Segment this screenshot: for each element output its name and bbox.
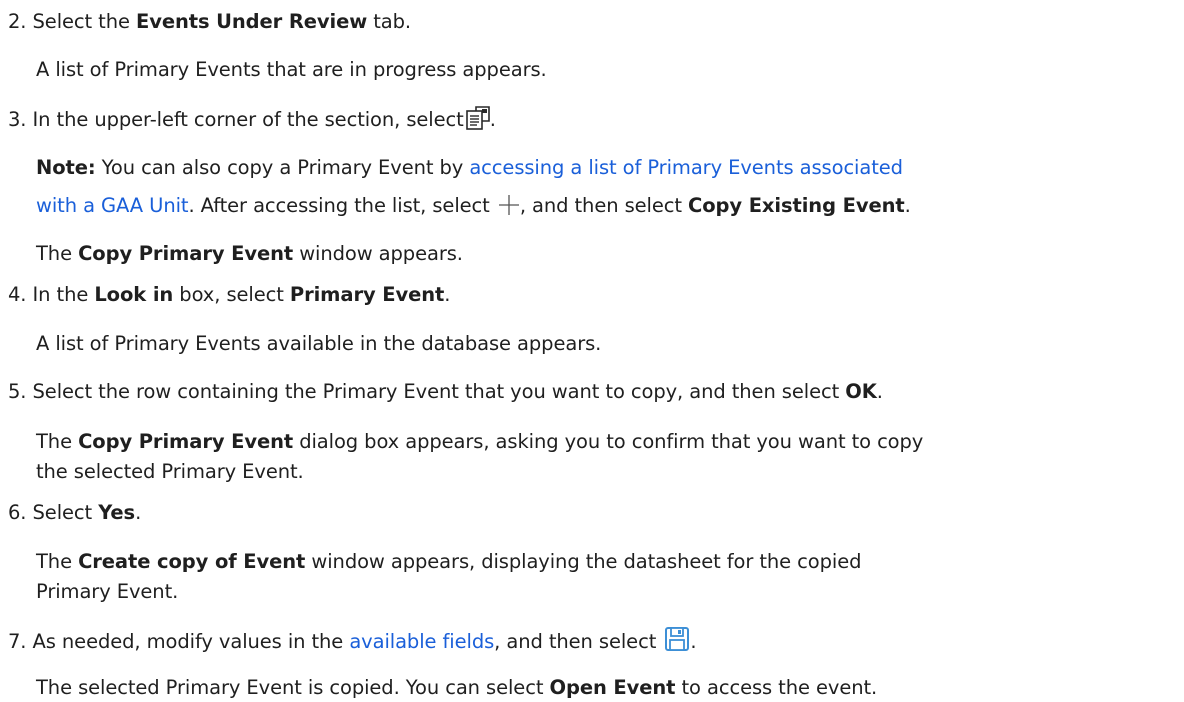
primary-events-list-link[interactable]: accessing a list of Primary Events assoc… <box>469 156 903 179</box>
step-text-end: . <box>876 380 883 403</box>
note-text: , and then select <box>519 194 682 217</box>
step-number: 2. <box>8 10 27 33</box>
step-7-result: The selected Primary Event is copied. Yo… <box>36 676 877 700</box>
step-text-end: . <box>444 283 451 306</box>
step-text: In the upper-left corner of the section,… <box>32 108 464 131</box>
procedure-document: 2. Select the Events Under Review tab. A… <box>0 0 1184 702</box>
step-number: 7. <box>8 630 27 653</box>
step-text: Select the <box>32 10 130 33</box>
step-6-result-cont: Primary Event. <box>36 580 178 604</box>
step-4: 4. In the Look in box, select Primary Ev… <box>8 283 450 307</box>
result-text: dialog box appears, asking you to confir… <box>299 430 924 453</box>
plus-icon <box>498 194 520 222</box>
step-2: 2. Select the Events Under Review tab. <box>8 10 411 34</box>
gaa-unit-link[interactable]: with a GAA Unit <box>36 194 189 217</box>
copy-existing-event-label: Copy Existing Event <box>688 194 905 217</box>
step-text: Select <box>32 501 93 524</box>
step-2-result: A list of Primary Events that are in pro… <box>36 58 547 82</box>
window-name: Create copy of Event <box>78 550 306 573</box>
step-5: 5. Select the row containing the Primary… <box>8 380 883 404</box>
step-5-result: The Copy Primary Event dialog box appear… <box>36 430 923 454</box>
tab-name: Events Under Review <box>135 10 368 33</box>
step-number: 5. <box>8 380 27 403</box>
yes-label: Yes <box>98 501 136 524</box>
step-3: 3. In the upper-left corner of the secti… <box>8 106 496 136</box>
result-text: Primary Event. <box>36 580 179 603</box>
result-text: The <box>36 550 72 573</box>
step-text: As needed, modify values in the <box>32 630 344 653</box>
result-text: A list of Primary Events available in th… <box>36 332 602 355</box>
result-text: the selected Primary Event. <box>36 460 304 483</box>
note-text: You can also copy a Primary Event by <box>101 156 464 179</box>
step-3-note: Note: You can also copy a Primary Event … <box>36 156 903 180</box>
step-text-end: . <box>135 501 142 524</box>
step-number: 3. <box>8 108 27 131</box>
result-text: The <box>36 430 72 453</box>
step-5-result-cont: the selected Primary Event. <box>36 460 304 484</box>
step-text: Select the row containing the Primary Ev… <box>32 380 840 403</box>
step-3-result: The Copy Primary Event window appears. <box>36 242 463 266</box>
step-text-end: . <box>690 630 697 653</box>
look-in-label: Look in <box>94 283 174 306</box>
copy-document-icon <box>465 106 490 136</box>
step-number: 4. <box>8 283 27 306</box>
result-text: A list of Primary Events that are in pro… <box>36 58 547 81</box>
step-7: 7. As needed, modify values in the avail… <box>8 626 697 658</box>
result-text: window appears. <box>299 242 463 265</box>
step-text: , and then select <box>494 630 657 653</box>
dialog-name: Copy Primary Event <box>78 430 294 453</box>
note-label: Note: <box>36 156 96 179</box>
step-text: In the <box>32 283 89 306</box>
open-event-label: Open Event <box>549 676 676 699</box>
step-number: 6. <box>8 501 27 524</box>
primary-event-label: Primary Event <box>289 283 445 306</box>
step-text: tab. <box>373 10 412 33</box>
note-text: . After accessing the list, select <box>188 194 490 217</box>
available-fields-link[interactable]: available fields <box>349 630 494 653</box>
result-text: The <box>36 242 72 265</box>
result-text: The selected Primary Event is copied. Yo… <box>36 676 544 699</box>
step-text-end: . <box>489 108 496 131</box>
step-4-result: A list of Primary Events available in th… <box>36 332 601 356</box>
step-6-result: The Create copy of Event window appears,… <box>36 550 862 574</box>
step-text: box, select <box>179 283 284 306</box>
note-text-end: . <box>904 194 911 217</box>
save-icon <box>664 626 690 658</box>
step-3-note-cont: with a GAA Unit. After accessing the lis… <box>36 194 911 222</box>
window-name: Copy Primary Event <box>78 242 294 265</box>
result-text: to access the event. <box>681 676 878 699</box>
ok-label: OK <box>845 380 877 403</box>
result-text: window appears, displaying the datasheet… <box>311 550 862 573</box>
step-6: 6. Select Yes. <box>8 501 141 525</box>
